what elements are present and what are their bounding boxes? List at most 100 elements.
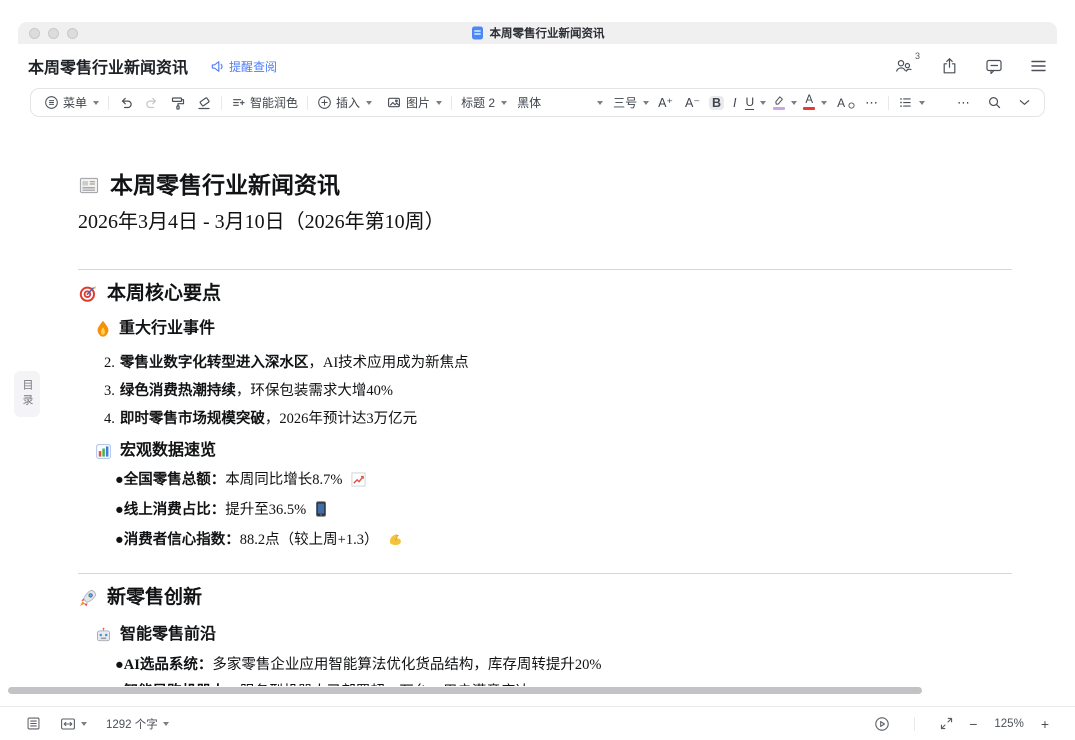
zoom-level-label: 125% (994, 718, 1023, 730)
format-painter-button[interactable] (170, 95, 186, 111)
traffic-light-zoom[interactable] (67, 28, 78, 39)
bullet-list-icon (898, 95, 913, 110)
window-title-group: 本周零售行业新闻资讯 (18, 22, 1057, 44)
menu-button[interactable]: 菜单 (44, 94, 99, 111)
font-color-label: A (805, 95, 813, 105)
toolbar-divider (307, 96, 308, 110)
underline-button[interactable]: U (745, 96, 766, 110)
word-count-button[interactable]: 1292 个字 (106, 716, 169, 732)
collapse-toolbar-button[interactable] (1018, 98, 1031, 107)
decrease-font-button[interactable]: A⁻ (682, 95, 703, 110)
item-rest: 多家零售企业应用智能算法优化货品结构，库存周转提升20% (212, 657, 601, 673)
present-mode-button[interactable] (874, 716, 890, 732)
list-item: 4.即时零售市场规模突破，2026年预计达3万亿元 (104, 405, 1012, 433)
document-header: 本周零售行业新闻资讯 提醒查阅 3 (0, 47, 1075, 85)
outline-view-button[interactable] (26, 716, 41, 731)
increase-font-button[interactable]: A⁺ (655, 95, 676, 110)
toolbar-right-group: ⋯ (957, 95, 1031, 111)
mobile-phone-emoji-icon (315, 501, 327, 517)
more-paragraph-button[interactable]: ⋯ (957, 95, 971, 111)
share-icon[interactable] (941, 57, 958, 75)
page-width-button[interactable] (60, 717, 87, 731)
horizontal-scrollbar[interactable] (8, 687, 922, 694)
item-rest: 服务型机器人已部署超10万台，用户满意度达95% (240, 684, 557, 686)
status-right-group: − 125% + (874, 716, 1049, 732)
remind-review-link[interactable]: 提醒查阅 (210, 58, 277, 75)
macro-list: ●全国零售总额：本周同比增长8.7% ●线上消费占比：提升至36.5% ●消费者… (115, 465, 1012, 555)
section-macro-text: 宏观数据速览 (120, 439, 216, 463)
highlight-color-button[interactable] (772, 95, 797, 110)
document-canvas[interactable]: 本周零售行业新闻资讯 2026年3月4日 - 3月10日（2026年第10周） … (78, 160, 1012, 686)
caret-down-icon (501, 101, 507, 105)
paragraph-style-select[interactable]: 标题 2 (461, 94, 507, 111)
font-family-select[interactable]: 黑体 (517, 94, 603, 111)
clear-format-eraser-button[interactable] (196, 95, 212, 111)
fire-emoji-icon (95, 320, 111, 338)
toolbar-divider (888, 96, 889, 110)
hamburger-menu-icon[interactable] (1030, 59, 1047, 73)
caret-down-icon (919, 101, 925, 105)
insert-plus-icon (317, 95, 332, 110)
item-lead: 零售业数字化转型进入深水区 (120, 355, 309, 371)
bold-button[interactable]: B (709, 96, 724, 110)
smart-polish-label: 智能润色 (250, 94, 298, 111)
item-number: 3. (104, 383, 115, 399)
event-list: 2.零售业数字化转型进入深水区，AI技术应用成为新焦点 3.绿色消费热潮持续，环… (104, 349, 1012, 433)
comment-icon[interactable] (985, 58, 1003, 75)
caret-down-icon (366, 101, 372, 105)
caret-down-icon (81, 722, 87, 726)
fullscreen-button[interactable] (939, 716, 954, 731)
caret-down-icon (821, 101, 827, 105)
italic-button[interactable]: I (730, 96, 739, 110)
item-rest: 本周同比增长8.7% (225, 472, 342, 488)
toc-tab[interactable]: 目录 (14, 371, 40, 417)
content-divider (78, 269, 1012, 270)
caret-down-icon (597, 101, 603, 105)
insert-button[interactable]: 插入 (317, 94, 372, 111)
list-item: ●智能导购机器人：服务型机器人已部署超10万台，用户满意度达95% (115, 679, 1012, 686)
more-text-format-button[interactable]: A (837, 96, 855, 110)
zoom-out-button[interactable]: − (969, 716, 977, 732)
list-item: ●全国零售总额：本周同比增长8.7% (115, 465, 1012, 495)
list-button[interactable] (898, 95, 925, 110)
traffic-light-close[interactable] (29, 28, 40, 39)
undo-button[interactable] (118, 95, 134, 110)
more-tools-button[interactable]: ⋯ (865, 95, 879, 111)
search-button[interactable] (987, 95, 1002, 110)
status-left-group: 1292 个字 (26, 716, 169, 732)
list-item: ●AI选品系统：多家零售企业应用智能算法优化货品结构，库存周转提升20% (115, 652, 1012, 679)
italic-label: I (733, 96, 736, 110)
bar-chart-emoji-icon (95, 443, 112, 460)
list-item: ●线上消费占比：提升至36.5% (115, 495, 1012, 525)
caret-down-icon (760, 101, 766, 105)
word-count-label: 1292 个字 (106, 716, 158, 732)
zoom-in-button[interactable]: + (1041, 716, 1049, 732)
horn-icon (210, 59, 225, 74)
status-divider (914, 717, 915, 731)
traffic-light-minimize[interactable] (48, 28, 59, 39)
font-size-select[interactable]: 三号 (613, 94, 649, 111)
list-item: ●消费者信心指数：88.2点（较上周+1.3） (115, 525, 1012, 555)
section-macro-heading: 宏观数据速览 (95, 439, 1012, 463)
item-rest: 88.2点（较上周+1.3） (240, 532, 379, 548)
chart-up-emoji-icon (351, 472, 366, 487)
item-lead: ●智能导购机器人： (115, 684, 240, 686)
font-color-button[interactable]: A (803, 95, 827, 110)
section-events-heading: 重大行业事件 (95, 317, 1012, 341)
smart-polish-button[interactable]: 智能润色 (231, 94, 298, 111)
item-rest: ，环保包装需求大增40% (236, 383, 393, 399)
item-lead: ●全国零售总额： (115, 472, 225, 488)
image-button[interactable]: 图片 (386, 94, 442, 111)
redo-button[interactable] (144, 95, 160, 110)
list-item: 2.零售业数字化转型进入深水区，AI技术应用成为新焦点 (104, 349, 1012, 377)
font-color-swatch (803, 107, 815, 110)
section-innovation-text: 新零售创新 (107, 585, 202, 611)
collaborators-button[interactable]: 3 (894, 57, 914, 75)
document-title-label: 本周零售行业新闻资讯 (28, 54, 188, 78)
item-lead: ●线上消费占比： (115, 502, 225, 518)
section-core-text: 本周核心要点 (107, 281, 221, 307)
caret-down-icon (791, 101, 797, 105)
item-number: 4. (104, 411, 115, 427)
font-color-icon: A (803, 95, 815, 110)
image-label: 图片 (406, 94, 430, 111)
